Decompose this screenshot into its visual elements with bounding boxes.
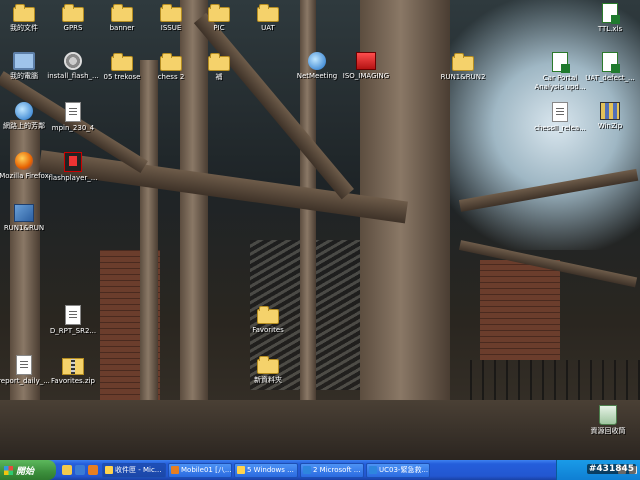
folder-icon	[160, 4, 182, 22]
start-button[interactable]: 開始	[0, 460, 56, 480]
taskbar-item-outlook-inbox[interactable]: 收件匣 - Mic...	[102, 462, 166, 478]
excel-file-icon	[602, 52, 620, 73]
desktop-icon-d-rpt[interactable]: D_RPT_SR2...	[41, 305, 105, 336]
zip-folder-icon	[62, 358, 84, 375]
desktop-icon-mpin[interactable]: mpin_230_4	[41, 102, 105, 133]
office-group-icon	[303, 466, 311, 474]
folder-icon	[208, 53, 230, 71]
taskbar-item-label: 5 Windows ...	[247, 466, 294, 474]
taskbar-item-label: 2 Microsoft ...	[313, 466, 361, 474]
wallpaper-floor	[0, 400, 640, 460]
folder-icon	[257, 306, 279, 324]
recycle-bin-icon	[599, 405, 617, 425]
start-label: 開始	[16, 466, 35, 477]
folder-icon	[111, 53, 133, 71]
wallpaper-pillar-thin	[140, 60, 158, 440]
my-documents-icon	[13, 4, 35, 22]
iso-imaging-icon	[356, 52, 376, 70]
folder-icon	[257, 4, 279, 22]
internet-explorer-icon[interactable]	[75, 465, 85, 475]
taskbar-item-label: 收件匣 - Mic...	[115, 466, 162, 474]
wallpaper-brick-wall-right	[480, 260, 560, 360]
winzip-icon	[600, 102, 620, 120]
taskbar-item-uc03[interactable]: UC03-緊急救...	[366, 462, 430, 478]
netmeeting-icon	[308, 52, 326, 70]
desktop-icon-uat-defect[interactable]: UAT_defect_...	[578, 52, 640, 83]
desktop-icon-bu[interactable]: 補	[187, 52, 251, 82]
document-icon	[16, 355, 32, 375]
folder-icon	[111, 4, 133, 22]
folder-group-icon	[237, 466, 245, 474]
firefox-icon	[15, 152, 33, 170]
word-icon	[369, 466, 377, 474]
excel-file-icon	[552, 52, 570, 73]
folder-icon	[160, 53, 182, 71]
firefox-quicklaunch-icon[interactable]	[88, 465, 98, 475]
taskbar-item-label: UC03-緊急救...	[379, 466, 429, 474]
outlook-icon	[105, 466, 113, 474]
document-icon	[65, 102, 81, 122]
excel-file-icon	[602, 3, 620, 24]
taskbar-item-label: Mobile01 [八...	[181, 466, 232, 474]
folder-icon	[257, 356, 279, 374]
network-icon	[15, 102, 33, 120]
watermark: #431845	[586, 464, 636, 474]
desktop-icon-run1-run2[interactable]: RUN1&RUN2	[431, 52, 495, 82]
flashplayer-icon	[64, 152, 82, 172]
windows-logo-icon	[4, 465, 13, 475]
folder-icon	[208, 4, 230, 22]
desktop-icon-recycle-bin[interactable]: 資源回收筒	[576, 405, 640, 436]
desktop-icon-ttl-xls[interactable]: TTL.xls	[578, 3, 640, 34]
taskbar-item-windows-explorer[interactable]: 5 Windows ...	[234, 462, 298, 478]
desktop-icon-new-folder[interactable]: 新資料夾	[236, 355, 300, 385]
show-desktop-icon[interactable]	[62, 465, 72, 475]
installer-icon	[64, 52, 82, 70]
quick-launch	[62, 465, 98, 475]
desktop-icon-winzip[interactable]: WinZip	[578, 102, 640, 131]
folder-icon	[452, 53, 474, 71]
desktop-icon-run1-run[interactable]: RUN1&RUN	[0, 204, 56, 233]
computer-icon	[13, 52, 35, 70]
wallpaper-beam-2	[193, 12, 354, 200]
desktop-icon-iso-imaging[interactable]: ISO_IMAGING	[334, 52, 398, 81]
taskbar: 開始 收件匣 - Mic... Mobile01 [八... 5 Windows…	[0, 460, 640, 480]
desktop-icon-favorites[interactable]: Favorites	[236, 305, 300, 335]
browser-icon	[171, 466, 179, 474]
desktop-icon-flashplayer[interactable]: flashplayer_...	[41, 152, 105, 183]
folder-icon	[62, 4, 84, 22]
desktop-icon-favorites-zip[interactable]: Favorites.zip	[41, 355, 105, 386]
application-icon	[14, 204, 34, 222]
document-icon	[65, 305, 81, 325]
desktop-icon-uat[interactable]: UAT	[236, 3, 300, 33]
taskbar-item-microsoft-office[interactable]: 2 Microsoft ...	[300, 462, 364, 478]
document-icon	[552, 102, 568, 122]
taskbar-item-mobile01[interactable]: Mobile01 [八...	[168, 462, 232, 478]
